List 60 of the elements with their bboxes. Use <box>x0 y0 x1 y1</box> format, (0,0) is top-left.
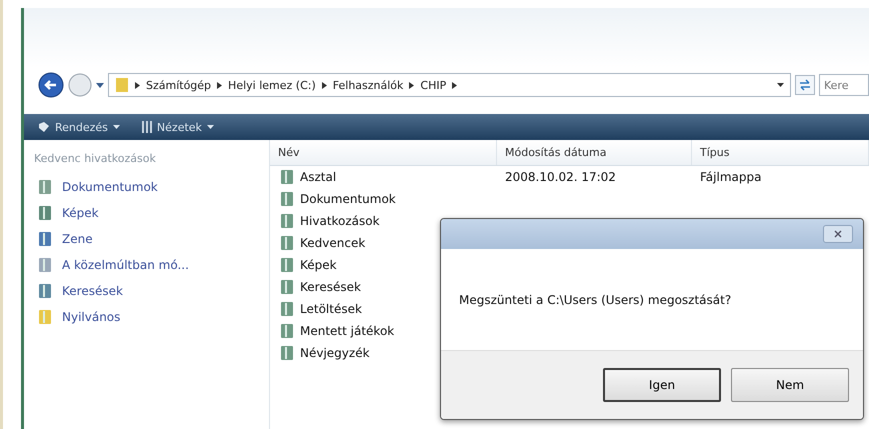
caret-icon <box>206 125 214 129</box>
library-icon <box>38 231 52 247</box>
refresh-button[interactable] <box>795 75 815 95</box>
column-header[interactable]: Módosítás dátuma <box>497 140 692 165</box>
close-icon <box>834 230 842 238</box>
table-cell-text: Fájlmappa <box>699 170 762 184</box>
breadcrumb-arrow-icon <box>409 82 414 88</box>
library-icon <box>38 283 52 299</box>
sidebar-item[interactable]: A közelmúltban mó... <box>34 255 259 275</box>
library-icon <box>38 179 52 195</box>
column-header[interactable]: Név <box>270 140 497 165</box>
address-bar[interactable]: Számítógép Helyi lemez (C:) Felhasználók CHIP <box>108 73 791 97</box>
file-name[interactable]: Képek <box>270 257 497 273</box>
file-name[interactable]: Dokumentumok <box>270 191 497 207</box>
file-name[interactable]: Hivatkozások <box>270 213 497 229</box>
library-icon <box>280 257 294 273</box>
file-name[interactable]: Mentett játékok <box>270 323 497 339</box>
sidebar-item[interactable]: Keresések <box>34 281 259 301</box>
breadcrumb[interactable]: Helyi lemez (C:) <box>228 78 316 92</box>
breadcrumb[interactable]: Számítógép <box>146 78 212 92</box>
breadcrumb[interactable]: CHIP <box>420 78 446 92</box>
toolbar-button[interactable]: Rendezés <box>34 118 124 136</box>
library-icon <box>280 301 294 317</box>
library-icon <box>280 279 294 295</box>
library-icon <box>38 205 52 221</box>
search-field[interactable]: Kere <box>819 74 869 96</box>
sidebar-heading: Kedvenc hivatkozások <box>34 152 157 165</box>
folder-icon <box>38 309 52 325</box>
file-name[interactable]: Kedvencek <box>270 235 497 251</box>
back-button[interactable] <box>38 72 64 98</box>
organize-icon <box>38 121 50 133</box>
sidebar-item[interactable]: Dokumentumok <box>34 177 259 197</box>
breadcrumb-arrow-icon <box>322 82 327 88</box>
file-name[interactable]: Névjegyzék <box>270 345 497 361</box>
toolbar-button[interactable]: Nézetek <box>138 118 218 136</box>
dropdown-caret-icon[interactable] <box>96 82 104 88</box>
library-icon <box>38 257 52 273</box>
breadcrumb[interactable]: Felhasználók <box>332 78 404 92</box>
breadcrumb-arrow-icon <box>217 82 222 88</box>
folder-icon <box>115 77 129 93</box>
library-icon <box>280 213 294 229</box>
library-icon <box>280 169 294 185</box>
caret-icon <box>112 125 120 129</box>
sidebar-item[interactable]: Zene <box>34 229 259 249</box>
library-icon <box>280 235 294 251</box>
breadcrumb-arrow-icon <box>135 82 140 88</box>
library-icon <box>280 323 294 339</box>
table-cell-text: 2008.10.02. 17:02 <box>504 170 617 184</box>
dialog-button[interactable]: Nem <box>731 368 849 402</box>
sidebar-item[interactable]: Nyilvános <box>34 307 259 327</box>
file-name[interactable]: Asztal <box>270 169 497 185</box>
dropdown-caret-icon[interactable] <box>777 83 784 87</box>
library-icon <box>280 191 294 207</box>
breadcrumb-arrow-icon <box>452 82 458 88</box>
library-icon <box>280 345 294 361</box>
views-icon <box>142 121 152 133</box>
column-header[interactable]: Típus <box>692 140 869 165</box>
sidebar-item[interactable]: Képek <box>34 203 259 223</box>
close-button[interactable] <box>823 225 853 243</box>
dialog-button[interactable]: Igen <box>603 368 721 402</box>
